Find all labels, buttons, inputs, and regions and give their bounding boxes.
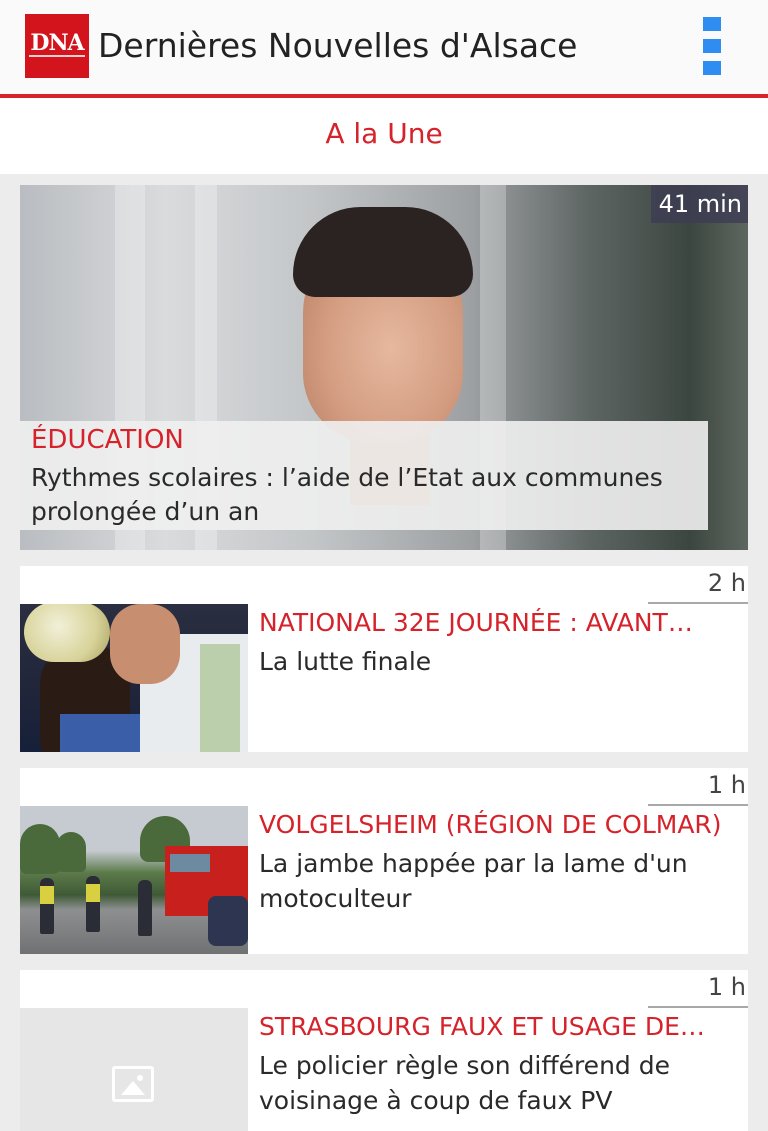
article-title: La jambe happée par la lame d'un motocul… bbox=[259, 849, 688, 913]
article-time: 1 h bbox=[707, 973, 746, 1001]
logo-underline bbox=[29, 55, 85, 57]
hero-caption: ÉDUCATION Rythmes scolaires : l’aide de … bbox=[20, 421, 708, 530]
logo-text: DNA bbox=[30, 30, 84, 56]
hero-category: ÉDUCATION bbox=[31, 425, 184, 455]
app-logo[interactable]: DNA bbox=[25, 14, 89, 78]
article-title: Le policier règle son différend de voisi… bbox=[259, 1051, 670, 1115]
overflow-menu-icon[interactable] bbox=[703, 17, 721, 77]
section-title[interactable]: A la Une bbox=[0, 117, 768, 150]
article-time: 2 h bbox=[707, 569, 746, 597]
article-category: STRASBOURG FAUX ET USAGE DE… bbox=[259, 1012, 705, 1041]
hero-time-badge: 41 min bbox=[650, 185, 748, 223]
app-bar: DNA Dernières Nouvelles d'Alsace bbox=[0, 0, 768, 94]
article-card[interactable]: 1 h VOLGELSHEIM (RÉGION DE COLMAR) La ja… bbox=[20, 768, 748, 954]
time-divider bbox=[648, 804, 748, 806]
article-time: 1 h bbox=[707, 771, 746, 799]
image-placeholder-icon bbox=[112, 1066, 154, 1102]
football-photo bbox=[20, 604, 248, 752]
article-title: La lutte finale bbox=[259, 647, 432, 676]
image-placeholder bbox=[20, 1008, 248, 1131]
article-card[interactable]: 1 h STRASBOURG FAUX ET USAGE DE… Le poli… bbox=[20, 970, 748, 1131]
app-title: Dernières Nouvelles d'Alsace bbox=[98, 26, 578, 65]
section-header: A la Une bbox=[0, 98, 768, 174]
article-card[interactable]: 2 h NATIONAL 32E JOURNÉE : AVANT… La lut… bbox=[20, 566, 748, 752]
time-divider bbox=[648, 602, 748, 604]
hero-title: Rythmes scolaires : l’aide de l’Etat aux… bbox=[31, 463, 663, 526]
hero-article[interactable]: 41 min ÉDUCATION Rythmes scolaires : l’a… bbox=[20, 185, 748, 550]
article-category: VOLGELSHEIM (RÉGION DE COLMAR) bbox=[259, 810, 722, 839]
time-divider bbox=[648, 1006, 748, 1008]
article-category: NATIONAL 32E JOURNÉE : AVANT… bbox=[259, 608, 693, 637]
firefighters-photo bbox=[20, 806, 248, 954]
